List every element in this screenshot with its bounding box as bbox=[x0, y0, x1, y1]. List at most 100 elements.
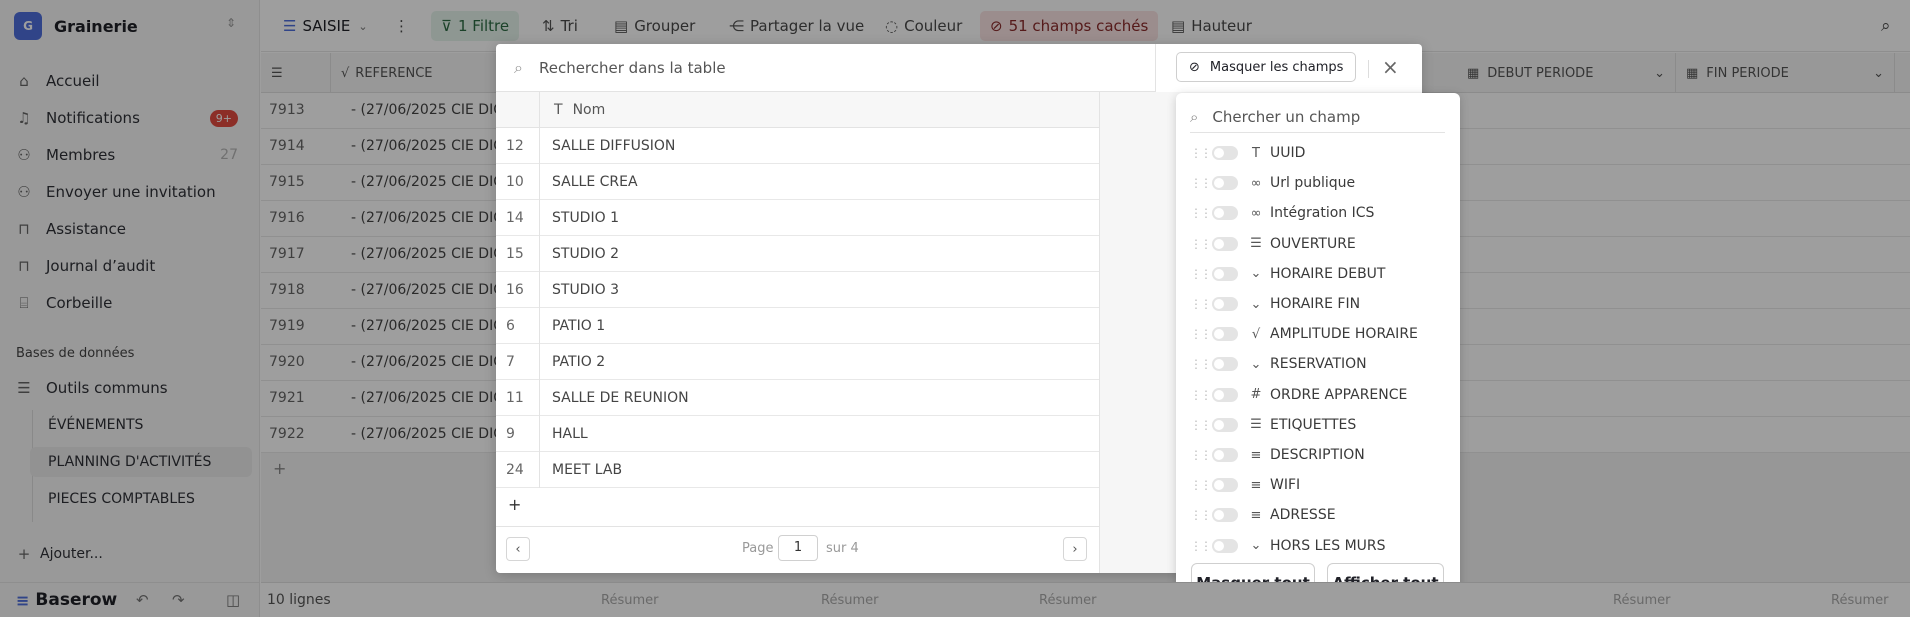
chevron-right-icon: › bbox=[1072, 541, 1078, 557]
select-icon: ⌄ bbox=[1250, 356, 1262, 372]
page-total: sur 4 bbox=[826, 541, 859, 556]
field-toggle[interactable] bbox=[1212, 327, 1238, 342]
drag-handle-icon[interactable]: ⋮⋮ bbox=[1190, 267, 1212, 281]
drag-handle-icon[interactable]: ⋮⋮ bbox=[1190, 478, 1212, 492]
field-item[interactable]: ⋮⋮ ≡ WIFI bbox=[1190, 473, 1450, 497]
field-item[interactable]: ⋮⋮ ∞ Intégration ICS bbox=[1190, 201, 1450, 225]
list-item[interactable]: 16 STUDIO 3 bbox=[496, 271, 1099, 308]
field-search[interactable]: ⌕ Chercher un champ bbox=[1190, 101, 1445, 133]
field-name: WIFI bbox=[1270, 477, 1301, 494]
field-item[interactable]: ⋮⋮ ≡ DESCRIPTION bbox=[1190, 443, 1450, 467]
drag-handle-icon[interactable]: ⋮⋮ bbox=[1190, 206, 1212, 220]
field-name: UUID bbox=[1270, 145, 1306, 161]
row-name: SALLE DIFFUSION bbox=[552, 137, 676, 154]
close-icon[interactable]: × bbox=[1382, 55, 1399, 79]
row-name: SALLE DE REUNION bbox=[552, 389, 689, 406]
field-toggle[interactable] bbox=[1212, 417, 1238, 432]
field-item[interactable]: ⋮⋮ ⌄ RESERVATION bbox=[1190, 352, 1450, 376]
field-item[interactable]: ⋮⋮ √ AMPLITUDE HORAIRE bbox=[1190, 322, 1450, 346]
drag-handle-icon[interactable]: ⋮⋮ bbox=[1190, 388, 1212, 402]
select-icon: ⌄ bbox=[1250, 296, 1262, 312]
modal-table-header: T Nom bbox=[496, 91, 1099, 128]
summary-button[interactable]: Résumer bbox=[1613, 593, 1670, 608]
field-item[interactable]: ⋮⋮ ⌄ HORAIRE FIN bbox=[1190, 292, 1450, 316]
drag-handle-icon[interactable]: ⋮⋮ bbox=[1190, 508, 1212, 522]
field-toggle[interactable] bbox=[1212, 508, 1238, 523]
list-item[interactable]: 10 SALLE CREA bbox=[496, 163, 1099, 200]
divider bbox=[1368, 60, 1369, 78]
list-item[interactable]: 7 PATIO 2 bbox=[496, 343, 1099, 380]
grid-footer: 10 lignes Résumer Résumer Résumer Résume… bbox=[261, 582, 1910, 617]
prev-page-button[interactable]: ‹ bbox=[506, 537, 530, 561]
field-toggle[interactable] bbox=[1212, 266, 1238, 281]
field-item[interactable]: ⋮⋮ ⌄ HORS LES MURS bbox=[1190, 534, 1450, 558]
text-icon: T bbox=[1252, 145, 1260, 161]
field-name: HORAIRE DEBUT bbox=[1270, 265, 1386, 282]
column-title: Nom bbox=[572, 101, 606, 118]
list-item[interactable]: 15 STUDIO 2 bbox=[496, 235, 1099, 272]
summary-button[interactable]: Résumer bbox=[1831, 593, 1888, 608]
field-toggle[interactable] bbox=[1212, 236, 1238, 251]
drag-handle-icon[interactable]: ⋮⋮ bbox=[1190, 237, 1212, 251]
drag-handle-icon[interactable]: ⋮⋮ bbox=[1190, 176, 1212, 190]
summary-button[interactable]: Résumer bbox=[601, 593, 658, 608]
field-item[interactable]: ⋮⋮ ☰ ETIQUETTES bbox=[1190, 413, 1450, 437]
add-row-button[interactable]: + bbox=[508, 495, 521, 514]
field-name: OUVERTURE bbox=[1270, 235, 1356, 252]
summary-button[interactable]: Résumer bbox=[821, 593, 878, 608]
field-toggle[interactable] bbox=[1212, 538, 1238, 553]
field-toggle[interactable] bbox=[1212, 357, 1238, 372]
field-item[interactable]: ⋮⋮ T UUID bbox=[1190, 141, 1450, 165]
field-item[interactable]: ⋮⋮ ⌄ HORAIRE DEBUT bbox=[1190, 262, 1450, 286]
list-item[interactable]: 14 STUDIO 1 bbox=[496, 199, 1099, 236]
field-toggle[interactable] bbox=[1212, 146, 1238, 160]
field-toggle[interactable] bbox=[1212, 297, 1238, 311]
list-item[interactable]: 12 SALLE DIFFUSION bbox=[496, 127, 1099, 164]
hide-fields-button[interactable]: ⊘ Masquer les champs bbox=[1176, 52, 1357, 82]
field-item[interactable]: ⋮⋮ # ORDRE APPARENCE bbox=[1190, 383, 1450, 407]
drag-handle-icon[interactable]: ⋮⋮ bbox=[1190, 297, 1212, 311]
select-icon: ⌄ bbox=[1250, 538, 1262, 554]
number-icon: # bbox=[1250, 387, 1262, 403]
list-item[interactable]: 9 HALL bbox=[496, 415, 1099, 452]
drag-handle-icon[interactable]: ⋮⋮ bbox=[1190, 146, 1212, 160]
row-name: PATIO 1 bbox=[552, 317, 606, 334]
row-id: 15 bbox=[496, 235, 540, 272]
drag-handle-icon[interactable]: ⋮⋮ bbox=[1190, 539, 1212, 553]
field-toggle[interactable] bbox=[1212, 478, 1238, 493]
list-item[interactable]: 24 MEET LAB bbox=[496, 451, 1099, 488]
field-name: HORAIRE FIN bbox=[1270, 296, 1361, 312]
row-id: 11 bbox=[496, 379, 540, 416]
field-toggle[interactable] bbox=[1212, 387, 1238, 402]
field-search-placeholder: Chercher un champ bbox=[1212, 107, 1361, 126]
longtext-icon: ≡ bbox=[1250, 507, 1262, 523]
summary-button[interactable]: Résumer bbox=[1039, 593, 1096, 608]
drag-handle-icon[interactable]: ⋮⋮ bbox=[1190, 418, 1212, 432]
field-toggle[interactable] bbox=[1212, 448, 1238, 462]
row-id: 12 bbox=[496, 127, 540, 164]
row-name: STUDIO 3 bbox=[552, 281, 619, 298]
field-item[interactable]: ⋮⋮ ∞ Url publique bbox=[1190, 171, 1450, 195]
field-name: ORDRE APPARENCE bbox=[1270, 386, 1408, 403]
table-search-input[interactable] bbox=[538, 58, 1099, 77]
row-id: 6 bbox=[496, 307, 540, 344]
field-item[interactable]: ⋮⋮ ≡ ADRESSE bbox=[1190, 503, 1450, 527]
table-search: ⌕ bbox=[496, 44, 1156, 92]
list-item[interactable]: 11 SALLE DE REUNION bbox=[496, 379, 1099, 416]
drag-handle-icon[interactable]: ⋮⋮ bbox=[1190, 448, 1212, 462]
list-item[interactable]: 6 PATIO 1 bbox=[496, 307, 1099, 344]
list-icon: ☰ bbox=[1250, 236, 1262, 252]
column-header-nom: T Nom bbox=[540, 102, 605, 118]
field-item[interactable]: ⋮⋮ ☰ OUVERTURE bbox=[1190, 232, 1450, 256]
id-column-header bbox=[496, 91, 540, 128]
drag-handle-icon[interactable]: ⋮⋮ bbox=[1190, 327, 1212, 341]
drag-handle-icon[interactable]: ⋮⋮ bbox=[1190, 357, 1212, 371]
row-name: PATIO 2 bbox=[552, 353, 606, 370]
list-icon: ☰ bbox=[1250, 417, 1262, 433]
page-input[interactable]: 1 bbox=[778, 535, 818, 561]
next-page-button[interactable]: › bbox=[1063, 537, 1087, 561]
row-id: 9 bbox=[496, 415, 540, 452]
row-name: HALL bbox=[552, 425, 588, 442]
field-toggle[interactable] bbox=[1212, 206, 1238, 221]
field-toggle[interactable] bbox=[1212, 176, 1238, 191]
